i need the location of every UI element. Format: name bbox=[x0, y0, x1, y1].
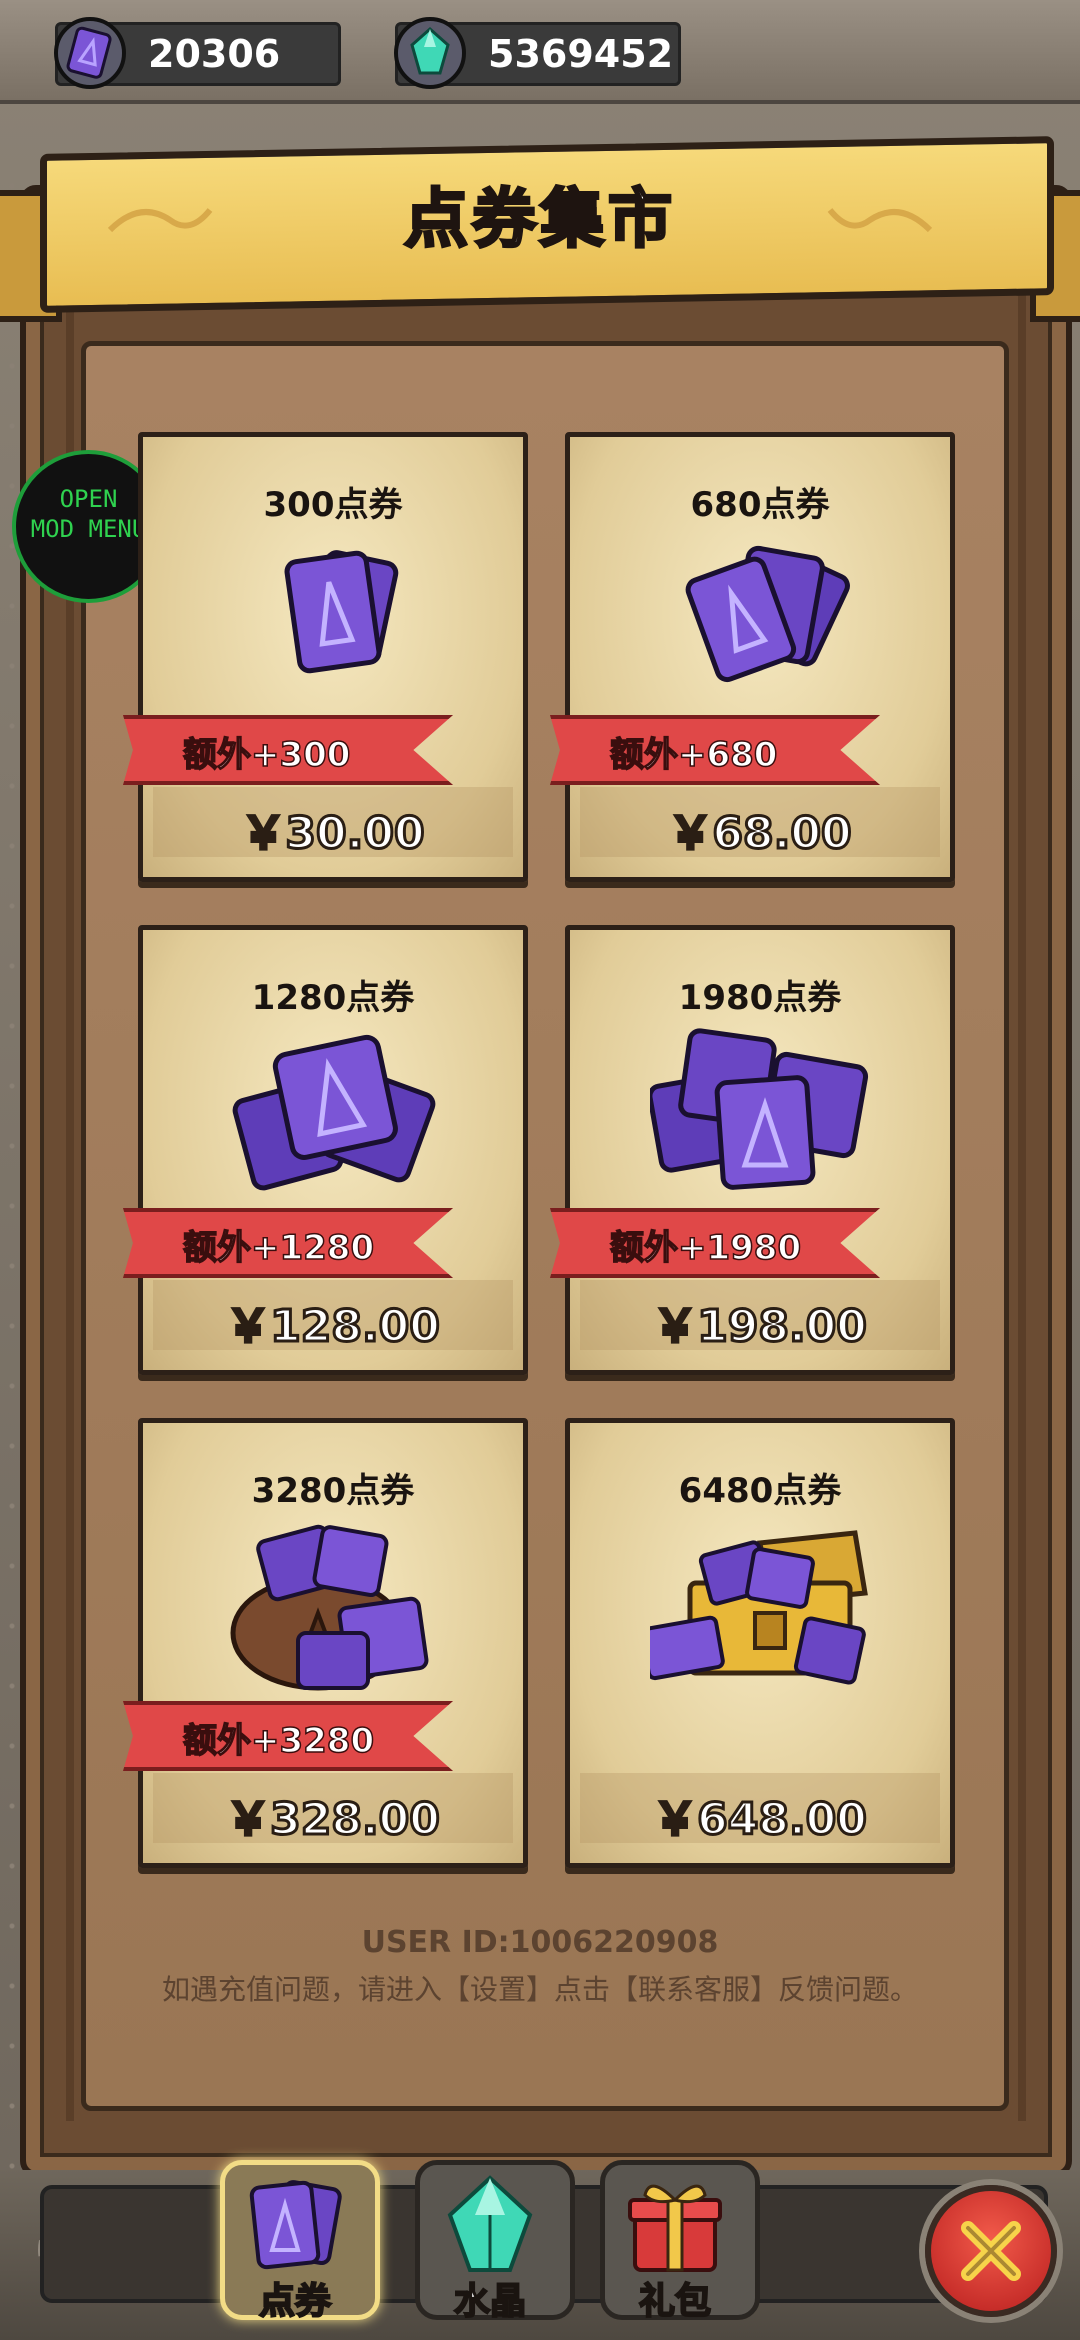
bonus-text: 额外+680 bbox=[609, 734, 778, 776]
product-label: 680点券 bbox=[690, 485, 830, 525]
voucher-large-pile-icon bbox=[650, 1028, 869, 1190]
gift-box-icon bbox=[628, 2184, 722, 2272]
product-label: 1280点券 bbox=[251, 978, 415, 1018]
tab-label: 礼包 bbox=[638, 2280, 712, 2323]
user-id-label: USER ID:1006220908 bbox=[361, 1925, 719, 1960]
bonus-text: 额外+3280 bbox=[182, 1720, 375, 1762]
price-label: ￥198.00 bbox=[652, 1300, 869, 1354]
product-label: 300点券 bbox=[263, 485, 403, 525]
product-card-1280[interactable]: 1280点券 额外+1280 ￥128.00 bbox=[123, 925, 528, 1375]
crystal-gem-icon bbox=[447, 2175, 533, 2272]
bonus-ribbon: 额外+1980 bbox=[550, 1208, 880, 1278]
price-label: ￥328.00 bbox=[225, 1793, 442, 1847]
bonus-ribbon: 额外+680 bbox=[550, 715, 880, 785]
price-label: ￥30.00 bbox=[240, 807, 426, 861]
crystal-gem-icon bbox=[394, 17, 466, 89]
tab-label: 水晶 bbox=[453, 2280, 527, 2323]
close-button[interactable] bbox=[925, 2185, 1057, 2317]
voucher-card-icon bbox=[54, 17, 126, 89]
bonus-text: 额外+300 bbox=[182, 734, 351, 776]
product-card-300[interactable]: 300点券 额外+300 ￥30.00 bbox=[123, 432, 528, 882]
product-card-680[interactable]: 680点券 额外+680 ￥68.00 bbox=[550, 432, 955, 882]
product-card-6480[interactable]: 6480点券 ￥648.00 bbox=[565, 1418, 955, 1868]
crystal-balance-value: 5369452 bbox=[488, 32, 674, 76]
product-card-1980[interactable]: 1980点券 额外+1980 ￥198.00 bbox=[550, 925, 955, 1375]
page-title: 点券集市 bbox=[403, 182, 676, 259]
voucher-chest-icon bbox=[650, 1530, 868, 1685]
voucher-balance-value: 20306 bbox=[148, 32, 281, 76]
bonus-ribbon: 额外+300 bbox=[123, 715, 453, 785]
price-label: ￥128.00 bbox=[225, 1300, 442, 1354]
support-note: 如遇充值问题，请进入【设置】点击【联系客服】反馈问题。 bbox=[161, 1973, 918, 2006]
bonus-text: 额外+1280 bbox=[182, 1227, 375, 1269]
voucher-balance: 20306 bbox=[54, 17, 341, 89]
tab-gift-packs[interactable]: 礼包 bbox=[600, 2160, 760, 2330]
bonus-ribbon: 额外+3280 bbox=[123, 1701, 453, 1771]
voucher-card-icon bbox=[249, 2180, 342, 2270]
voucher-sack-icon bbox=[230, 1524, 429, 1691]
voucher-small-stack-icon bbox=[284, 550, 399, 674]
product-card-3280[interactable]: 3280点券 额外+3280 ￥328.00 bbox=[123, 1418, 528, 1868]
bonus-ribbon: 额外+1280 bbox=[123, 1208, 453, 1278]
tab-vouchers[interactable]: 点券 bbox=[220, 2160, 380, 2330]
product-label: 1980点券 bbox=[678, 978, 842, 1018]
crystal-balance: 5369452 bbox=[394, 17, 681, 89]
tab-label: 点券 bbox=[258, 2280, 332, 2323]
currency-bar: 20306 5369452 bbox=[0, 0, 1080, 104]
tab-crystals[interactable]: 水晶 bbox=[415, 2160, 575, 2330]
price-label: ￥68.00 bbox=[667, 807, 853, 861]
bonus-text: 额外+1980 bbox=[609, 1227, 802, 1269]
product-label: 6480点券 bbox=[678, 1471, 842, 1511]
voucher-fan-stack-icon bbox=[685, 545, 850, 683]
product-label: 3280点券 bbox=[251, 1471, 415, 1511]
price-label: ￥648.00 bbox=[652, 1793, 869, 1847]
close-x-icon bbox=[961, 2221, 1021, 2281]
voucher-pile-icon bbox=[232, 1034, 436, 1191]
